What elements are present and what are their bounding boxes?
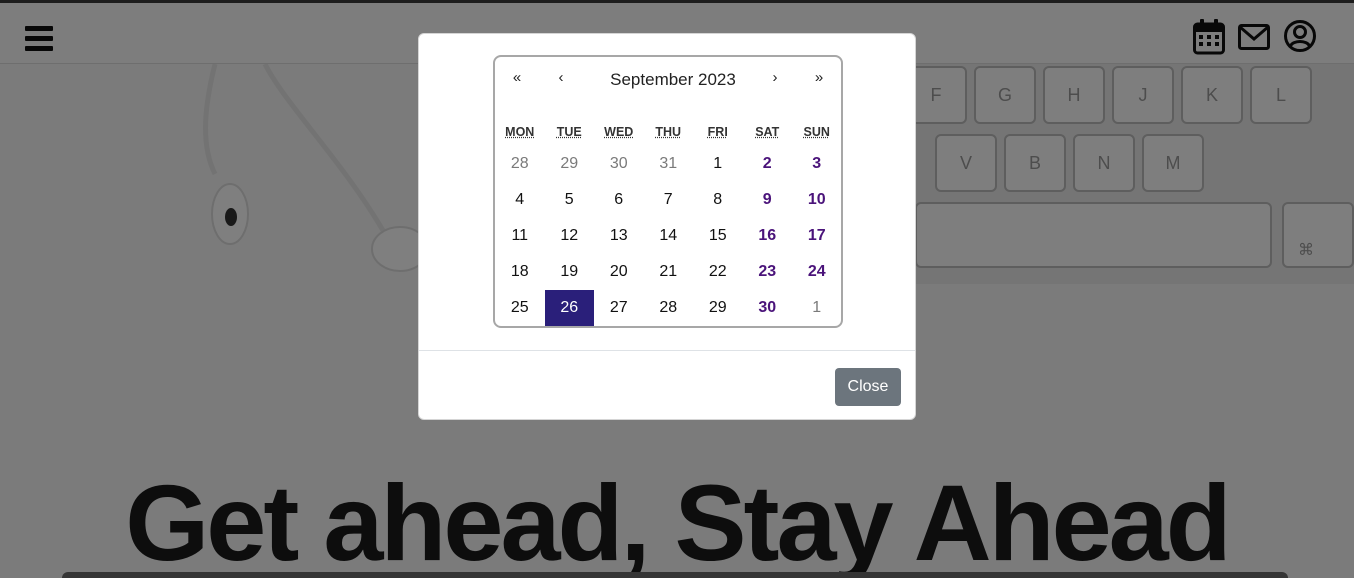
weekday-header: THU <box>655 125 682 139</box>
next-month-button[interactable]: › <box>765 69 785 86</box>
calendar-day[interactable]: 23 <box>743 254 793 290</box>
calendar-day[interactable]: 26 <box>544 290 594 326</box>
calendar-day[interactable]: 10 <box>792 182 842 218</box>
calendar-day[interactable]: 27 <box>594 290 644 326</box>
calendar-day[interactable]: 1 <box>792 290 842 326</box>
date-picker: « ‹ September 2023 › » MON TUE WED THU FRI SA… <box>493 55 843 328</box>
calendar-day[interactable]: 30 <box>594 146 644 182</box>
calendar-day[interactable]: 14 <box>644 218 694 254</box>
calendar-day[interactable]: 7 <box>644 182 694 218</box>
calendar-modal: « ‹ September 2023 › » MON TUE WED THU FRI SA… <box>418 33 916 420</box>
weekday-header: MON <box>505 125 535 139</box>
calendar-day[interactable]: 24 <box>792 254 842 290</box>
modal-footer: Close <box>419 350 915 420</box>
calendar-day[interactable]: 4 <box>495 182 545 218</box>
calendar-day[interactable]: 18 <box>495 254 545 290</box>
calendar-day[interactable]: 30 <box>743 290 793 326</box>
weekday-header: SUN <box>803 125 830 139</box>
calendar-day[interactable]: 6 <box>594 182 644 218</box>
calendar-day[interactable]: 29 <box>693 290 743 326</box>
calendar-day[interactable]: 19 <box>545 254 595 290</box>
calendar-day[interactable]: 13 <box>594 218 644 254</box>
next-year-button[interactable]: » <box>809 69 829 86</box>
weekday-header: SAT <box>755 125 780 139</box>
calendar-day[interactable]: 16 <box>743 218 793 254</box>
calendar-day[interactable]: 1 <box>693 146 743 182</box>
calendar-day[interactable]: 29 <box>545 146 595 182</box>
calendar-day[interactable]: 21 <box>644 254 694 290</box>
calendar-day[interactable]: 17 <box>792 218 842 254</box>
calendar-day[interactable]: 9 <box>743 182 793 218</box>
calendar-day[interactable]: 25 <box>495 290 545 326</box>
calendar-day[interactable]: 28 <box>495 146 545 182</box>
calendar-day[interactable]: 22 <box>693 254 743 290</box>
calendar-day[interactable]: 3 <box>792 146 842 182</box>
calendar-day[interactable]: 28 <box>644 290 694 326</box>
weekday-header: FRI <box>707 125 728 139</box>
calendar-day[interactable]: 15 <box>693 218 743 254</box>
calendar-day[interactable]: 11 <box>495 218 545 254</box>
calendar-day[interactable]: 5 <box>545 182 595 218</box>
calendar-day[interactable]: 20 <box>594 254 644 290</box>
calendar-day[interactable]: 12 <box>545 218 595 254</box>
calendar-day[interactable]: 31 <box>644 146 694 182</box>
weekday-header: WED <box>604 125 634 139</box>
weekday-header: TUE <box>556 125 582 139</box>
month-year-label[interactable]: September 2023 <box>555 70 791 90</box>
close-button[interactable]: Close <box>835 368 901 406</box>
calendar-day[interactable]: 2 <box>743 146 793 182</box>
calendar-day[interactable]: 8 <box>693 182 743 218</box>
prev-year-button[interactable]: « <box>507 69 527 86</box>
